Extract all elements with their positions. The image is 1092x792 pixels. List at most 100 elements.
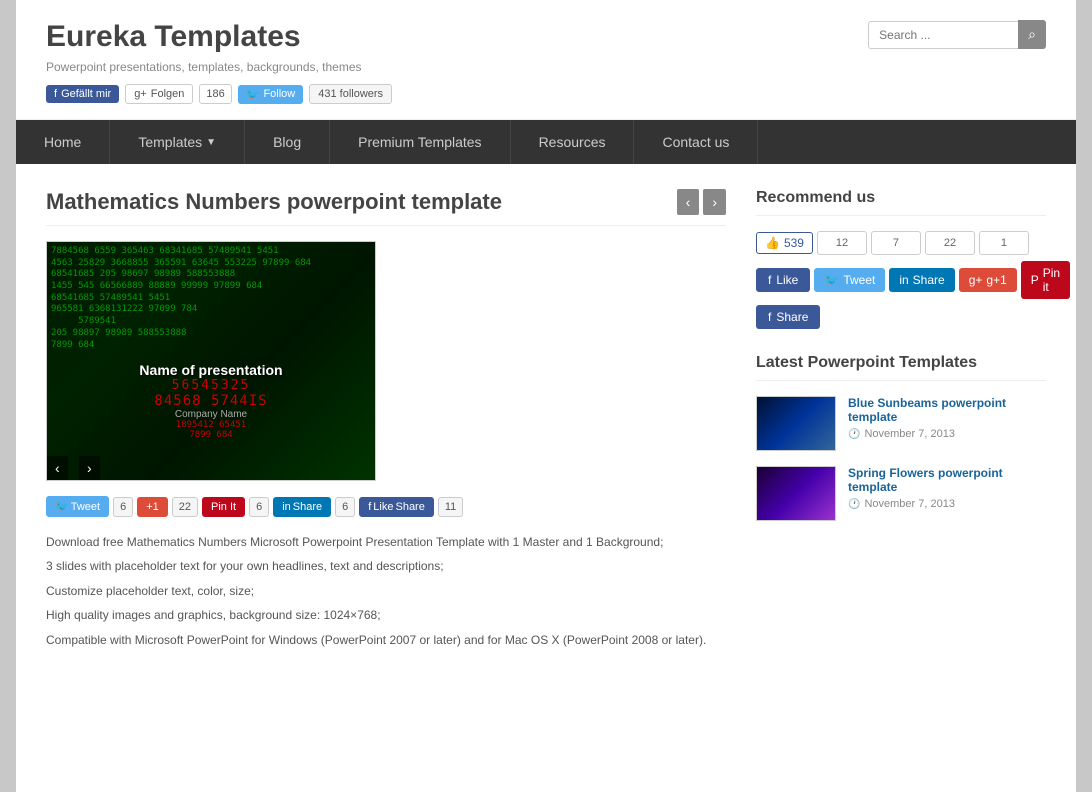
twitter-share-button[interactable]: 🐦 Tweet (46, 496, 109, 517)
fb-like-label: Gefällt mir (61, 88, 111, 100)
social-bar: f Gefällt mir g+ Folgen 186 🐦 Follow 431… (46, 84, 392, 104)
post-title-text: Mathematics Numbers powerpoint template (46, 189, 502, 215)
spring-flowers-title[interactable]: Spring Flowers powerpoint template (848, 466, 1046, 494)
pinterest-rec-button[interactable]: P Pin it (1021, 261, 1070, 299)
slide-overlay: Name of presentation 56545325 84568 5744… (139, 362, 282, 440)
slide-small-numbers: 1895412 654517899 684 (139, 420, 282, 440)
spring-flowers-date-text: November 7, 2013 (864, 498, 955, 510)
search-input[interactable] (868, 21, 1018, 49)
linkedin-share-icon: in (282, 501, 291, 513)
desc-line-1: Download free Mathematics Numbers Micros… (46, 532, 726, 552)
twitter-share-count: 6 (113, 497, 133, 517)
recommend-title: Recommend us (756, 189, 1046, 216)
gplus-share-button[interactable]: +1 (137, 497, 168, 517)
site-tagline: Powerpoint presentations, templates, bac… (46, 60, 392, 74)
twitter-share-icon: 🐦 (55, 500, 69, 513)
linkedin-icon: in (899, 273, 908, 287)
twitter-follow-button[interactable]: 🐦 Follow (238, 85, 304, 104)
gplus-share-label: +1 (146, 501, 159, 513)
blue-sunbeams-title[interactable]: Blue Sunbeams powerpoint template (848, 396, 1046, 424)
gplus-share-count: 22 (172, 497, 198, 517)
nav-item-resources[interactable]: Resources (511, 120, 635, 164)
matrix-numbers-bg: 7884568 6559 365463 68341685 57489541 54… (47, 242, 375, 480)
fb-share-button[interactable]: f Like Share (359, 497, 434, 517)
blue-sunbeams-date: 🕐 November 7, 2013 (848, 428, 1046, 440)
slide-accent-numbers: 56545325 (139, 378, 282, 393)
twitter-share-label: Tweet (71, 501, 100, 513)
pinterest-share-count: 6 (249, 497, 269, 517)
desc-line-4: High quality images and graphics, backgr… (46, 605, 726, 625)
fb-like-wide-button[interactable]: f Like (756, 268, 810, 292)
gplus-rec-label: g+1 (986, 273, 1006, 287)
twitter-tweet-label: Tweet (843, 273, 875, 287)
linkedin-rec-label: Share (913, 273, 945, 287)
recommend-share-row: f Share (756, 305, 1046, 329)
fb-like-button[interactable]: f Gefällt mir (46, 85, 119, 103)
fb-icon3: f (768, 310, 771, 324)
gplus-rec-count: 22 (925, 231, 975, 255)
fb-like-label2: Like (373, 501, 393, 513)
list-item: Blue Sunbeams powerpoint template 🕐 Nove… (756, 396, 1046, 451)
nav-item-premium[interactable]: Premium Templates (330, 120, 510, 164)
templates-dropdown-arrow: ▼ (206, 137, 216, 148)
pinterest-icon: P (1031, 273, 1039, 287)
twitter-icon2: 🐦 (824, 273, 839, 287)
pinterest-rec-label: Pin it (1043, 266, 1060, 294)
recommend-section: Recommend us 👍 539 12 7 22 (756, 189, 1046, 329)
twitter-rec-button[interactable]: 🐦 Tweet (814, 268, 885, 292)
fb-share-icon: f (368, 501, 371, 513)
share-bar: 🐦 Tweet 6 +1 22 Pin It 6 in Share 6 (46, 496, 726, 517)
template-image-wrapper: 7884568 6559 365463 68341685 57489541 54… (46, 241, 726, 481)
sidebar: Recommend us 👍 539 12 7 22 (756, 189, 1046, 654)
twitter-follow-label: Follow (263, 88, 295, 100)
gplus-icon: g+ (134, 88, 147, 100)
nav-contact-label: Contact us (662, 134, 729, 150)
fb-like-wide-label: Like (776, 273, 798, 287)
twitter-followers-count: 431 followers (309, 84, 392, 104)
nav-item-home[interactable]: Home (16, 120, 110, 164)
spring-flowers-date: 🕐 November 7, 2013 (848, 498, 1046, 510)
clock-icon2: 🕐 (848, 499, 860, 510)
nav-templates-label: Templates (138, 134, 202, 150)
desc-line-3: Customize placeholder text, color, size; (46, 581, 726, 601)
gplus-rec-button[interactable]: g+ g+1 (959, 268, 1017, 292)
gplus-label: Folgen (151, 88, 185, 100)
linkedin-rec-count: 7 (871, 231, 921, 255)
site-title: Eureka Templates (46, 20, 392, 54)
linkedin-share-button[interactable]: in Share (273, 497, 331, 517)
search-button[interactable]: ⌕ (1018, 20, 1046, 49)
pinterest-share-button[interactable]: Pin It (202, 497, 245, 517)
nav-item-contact[interactable]: Contact us (634, 120, 758, 164)
fb-icon2: f (768, 273, 771, 287)
navigation: Home Templates ▼ Blog Premium Templates … (16, 120, 1076, 164)
fb-share-wide-button[interactable]: f Share (756, 305, 820, 329)
desc-line-2: 3 slides with placeholder text for your … (46, 556, 726, 576)
linkedin-count-number: 7 (882, 237, 910, 249)
twitter-rec-count: 12 (817, 231, 867, 255)
recommend-buttons-row: f Like 🐦 Tweet in Share g+ g+1 (756, 261, 1046, 299)
pinterest-count-number: 1 (990, 237, 1018, 249)
fb-icon: f (54, 88, 57, 100)
carousel-next-button[interactable]: › (79, 456, 100, 480)
latest-section: Latest Powerpoint Templates Blue Sunbeam… (756, 354, 1046, 521)
previous-post-button[interactable]: ‹ (677, 189, 700, 215)
linkedin-share-label: Share (293, 501, 322, 513)
clock-icon: 🕐 (848, 429, 860, 440)
nav-resources-label: Resources (539, 134, 606, 150)
linkedin-share-count: 6 (335, 497, 355, 517)
blue-sunbeams-info: Blue Sunbeams powerpoint template 🕐 Nove… (848, 396, 1046, 440)
linkedin-rec-button[interactable]: in Share (889, 268, 954, 292)
header: Eureka Templates Powerpoint presentation… (16, 0, 1076, 120)
fb-share-label2: Share (395, 501, 424, 513)
gplus-follow-button[interactable]: g+ Folgen (125, 84, 193, 104)
fb-count-number: 539 (784, 236, 804, 250)
next-post-button[interactable]: › (703, 189, 726, 215)
gplus-icon2: g+ (969, 273, 983, 287)
recommend-fb-row: 👍 539 12 7 22 1 (756, 231, 1046, 255)
nav-item-templates[interactable]: Templates ▼ (110, 120, 245, 164)
carousel-prev-button[interactable]: ‹ (47, 456, 68, 480)
nav-premium-label: Premium Templates (358, 134, 481, 150)
nav-item-blog[interactable]: Blog (245, 120, 330, 164)
fb-share-count: 11 (438, 497, 463, 517)
thumbs-up-icon: 👍 (765, 236, 780, 250)
